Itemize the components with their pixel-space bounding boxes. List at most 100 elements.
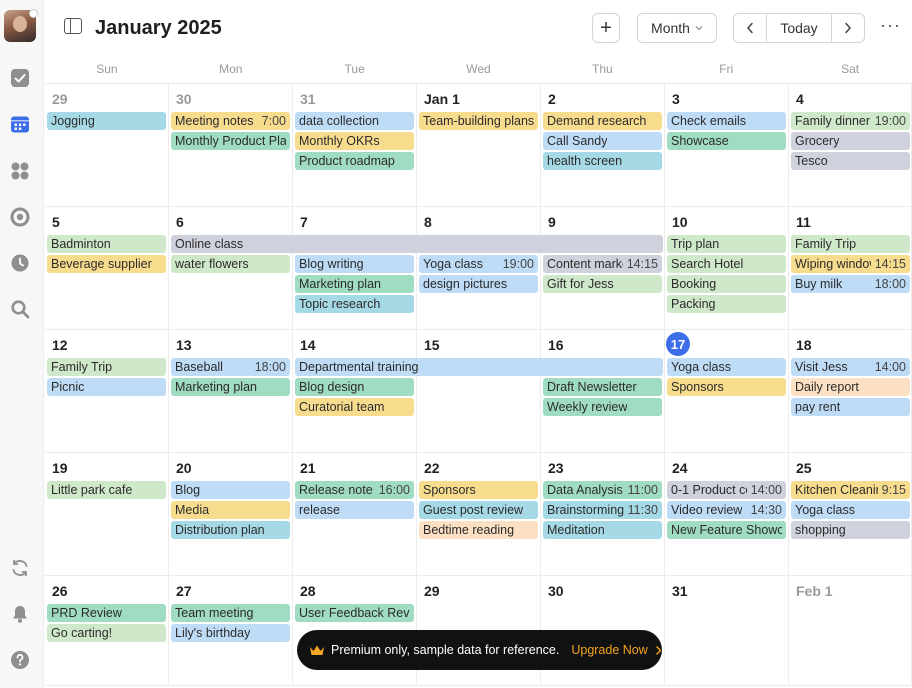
event-chip[interactable]: design pictures xyxy=(419,275,538,293)
event-chip[interactable]: pay rent xyxy=(791,398,910,416)
calendar-icon[interactable] xyxy=(9,113,31,135)
event-chip[interactable]: Monthly OKRs xyxy=(295,132,414,150)
event-chip[interactable]: Kitchen Cleaning9:15 xyxy=(791,481,910,499)
date-number: 9 xyxy=(548,214,556,230)
event-chip[interactable]: Trip plan xyxy=(667,235,786,253)
event-chip[interactable]: Data Analysis 11:00 xyxy=(543,481,662,499)
event-chip[interactable]: Tesco xyxy=(791,152,910,170)
event-chip[interactable]: Booking xyxy=(667,275,786,293)
event-chip[interactable]: Family Trip xyxy=(791,235,910,253)
event-chip[interactable]: Bedtime reading xyxy=(419,521,538,539)
event-chip[interactable]: New Feature Showcase xyxy=(667,521,786,539)
event-chip[interactable]: Call Sandy xyxy=(543,132,662,150)
event-chip[interactable]: Meeting notes 7:00 xyxy=(171,112,290,130)
event-chip[interactable]: Picnic xyxy=(47,378,166,396)
event-chip[interactable]: Family Trip xyxy=(47,358,166,376)
event-chip[interactable]: Team-building plans xyxy=(419,112,538,130)
event-chip[interactable]: Departmental training xyxy=(295,358,663,376)
event-chip[interactable]: Blog design xyxy=(295,378,414,396)
previous-month-button[interactable] xyxy=(734,14,766,42)
view-mode-dropdown[interactable]: Month xyxy=(637,13,717,43)
event-chip[interactable]: Distribution plan xyxy=(171,521,290,539)
event-chip[interactable]: Wiping windows14:15 xyxy=(791,255,910,273)
event-chip[interactable]: Baseball 18:00 xyxy=(171,358,290,376)
event-chip[interactable]: Brainstorming 11:30 xyxy=(543,501,662,519)
event-chip[interactable]: Gift for Jess xyxy=(543,275,662,293)
day-cell[interactable]: Jan 1 xyxy=(417,84,541,207)
more-options-icon[interactable]: ··· xyxy=(880,16,900,36)
event-chip[interactable]: Guest post review xyxy=(419,501,538,519)
task-check-icon[interactable] xyxy=(9,67,31,89)
event-chip[interactable]: Monthly Product Plan xyxy=(171,132,290,150)
month-grid: 29 30 31 Jan 1 2 3 4 Jogging Meeting notes 7:00 Mo… xyxy=(45,84,912,688)
event-chip[interactable]: User Feedback Review xyxy=(295,604,414,622)
event-chip[interactable]: Draft Newsletter xyxy=(543,378,662,396)
sync-icon[interactable] xyxy=(9,557,31,579)
weekday-label: Thu xyxy=(592,62,613,76)
event-chip[interactable]: Packing xyxy=(667,295,786,313)
event-chip[interactable]: water flowers xyxy=(171,255,290,273)
event-chip[interactable]: Showcase xyxy=(667,132,786,150)
event-chip[interactable]: Little park cafe xyxy=(47,481,166,499)
event-title: shopping xyxy=(795,523,846,537)
focus-circle-icon[interactable] xyxy=(9,206,31,228)
event-chip[interactable]: Beverage supplier xyxy=(47,255,166,273)
event-chip[interactable]: Family dinner 19:00 xyxy=(791,112,910,130)
event-chip[interactable]: Yoga class xyxy=(667,358,786,376)
event-chip[interactable]: Yoga class xyxy=(791,501,910,519)
event-chip[interactable]: Buy milk 18:00 xyxy=(791,275,910,293)
event-chip[interactable]: Media xyxy=(171,501,290,519)
event-chip[interactable]: Demand research xyxy=(543,112,662,130)
event-chip[interactable]: Lily's birthday xyxy=(171,624,290,642)
event-chip[interactable]: Blog writing xyxy=(295,255,414,273)
event-chip[interactable]: Release note 16:00 xyxy=(295,481,414,499)
upgrade-now-link[interactable]: Upgrade Now xyxy=(571,643,647,657)
bell-icon[interactable] xyxy=(9,603,31,625)
event-chip[interactable]: Blog xyxy=(171,481,290,499)
event-chip[interactable]: 0-1 Product course14:00 xyxy=(667,481,786,499)
event-chip[interactable]: health screen xyxy=(543,152,662,170)
event-chip[interactable]: Search Hotel xyxy=(667,255,786,273)
day-cell[interactable]: 31 xyxy=(665,576,789,686)
event-chip[interactable]: Jogging xyxy=(47,112,166,130)
event-chip[interactable]: Check emails xyxy=(667,112,786,130)
event-chip[interactable]: shopping xyxy=(791,521,910,539)
event-chip[interactable]: Meditation xyxy=(543,521,662,539)
event-chip[interactable]: data collection xyxy=(295,112,414,130)
day-cell[interactable]: 19 xyxy=(45,453,169,576)
event-chip[interactable]: Sponsors xyxy=(667,378,786,396)
event-chip[interactable]: Curatorial team xyxy=(295,398,414,416)
event-chip[interactable]: Marketing plan xyxy=(171,378,290,396)
event-chip[interactable]: Badminton xyxy=(47,235,166,253)
apps-grid-icon[interactable] xyxy=(9,160,31,182)
event-chip[interactable]: Content marketing14:15 xyxy=(543,255,662,273)
help-icon[interactable] xyxy=(9,649,31,671)
event-title: Online class xyxy=(175,237,244,251)
event-chip[interactable]: Team meeting xyxy=(171,604,290,622)
event-chip[interactable]: Marketing plan xyxy=(295,275,414,293)
today-button[interactable]: Today xyxy=(766,14,832,42)
day-cell[interactable]: Feb 1 xyxy=(789,576,912,686)
date-number: 26 xyxy=(52,583,68,599)
clock-icon[interactable] xyxy=(9,252,31,274)
search-icon[interactable] xyxy=(9,298,31,320)
sidebar-toggle-icon[interactable] xyxy=(64,18,82,34)
weekday-label: Wed xyxy=(466,62,491,76)
event-chip[interactable]: Weekly review xyxy=(543,398,662,416)
event-chip[interactable]: Product roadmap xyxy=(295,152,414,170)
day-cell[interactable]: 29 xyxy=(45,84,169,207)
event-chip[interactable]: Visit Jess 14:00 xyxy=(791,358,910,376)
add-event-button[interactable]: + xyxy=(592,13,620,43)
event-chip[interactable]: Sponsors xyxy=(419,481,538,499)
day-cell[interactable]: 15 xyxy=(417,330,541,453)
event-chip[interactable]: Daily report xyxy=(791,378,910,396)
event-chip[interactable]: Go carting! xyxy=(47,624,166,642)
event-chip[interactable]: release xyxy=(295,501,414,519)
event-chip[interactable]: Video review 14:30 xyxy=(667,501,786,519)
event-chip[interactable]: Yoga class 19:00 xyxy=(419,255,538,273)
event-chip[interactable]: Grocery xyxy=(791,132,910,150)
event-chip[interactable]: PRD Review xyxy=(47,604,166,622)
event-chip[interactable]: Online class xyxy=(171,235,663,253)
next-month-button[interactable] xyxy=(832,14,864,42)
event-chip[interactable]: Topic research xyxy=(295,295,414,313)
